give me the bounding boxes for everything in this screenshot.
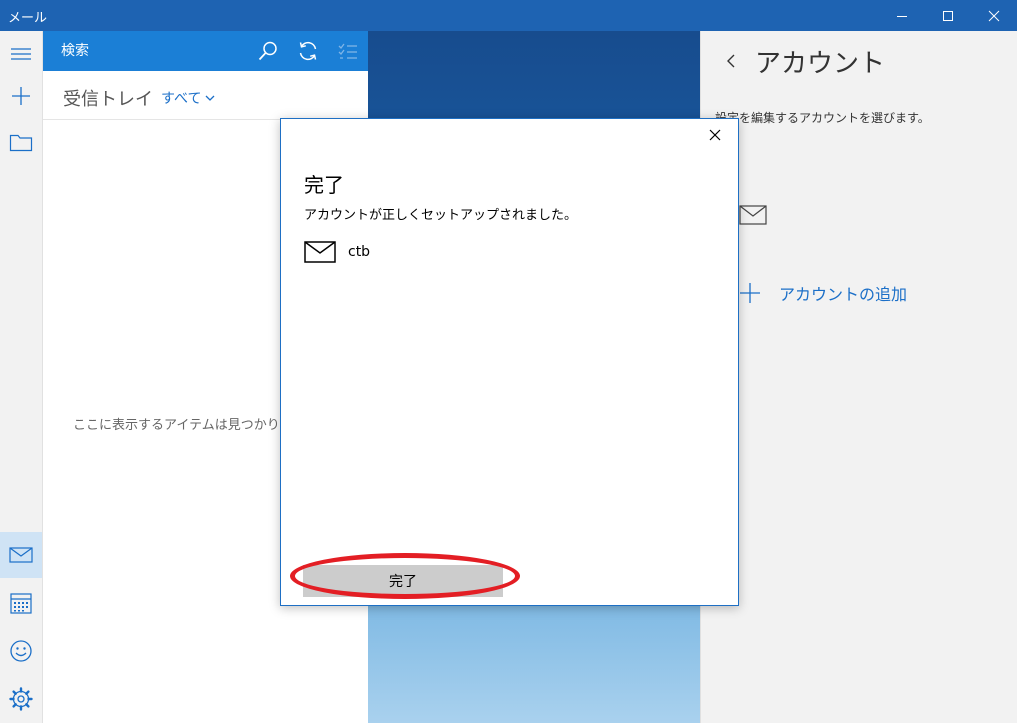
- search-icon: [258, 41, 277, 61]
- search-input[interactable]: [61, 41, 241, 61]
- back-button[interactable]: [721, 49, 741, 73]
- plus-icon: [12, 87, 30, 105]
- hamburger-menu-button[interactable]: [0, 31, 42, 77]
- mail-icon: [9, 547, 33, 563]
- search-button[interactable]: [256, 39, 280, 63]
- minimize-icon: [897, 15, 907, 17]
- window-title: メール: [8, 11, 48, 26]
- pane-description: 設定を編集するアカウントを選びます。: [715, 111, 930, 125]
- add-account-button[interactable]: アカウントの追加: [739, 281, 907, 305]
- filter-label: すべて: [161, 91, 202, 107]
- hamburger-icon: [11, 48, 31, 60]
- search-bar: [43, 31, 368, 71]
- folders-button[interactable]: [0, 119, 42, 165]
- select-mode-button[interactable]: [336, 39, 360, 63]
- dialog-message: アカウントが正しくセットアップされました。: [304, 208, 578, 223]
- mail-icon: [304, 241, 336, 263]
- title-bar: メール: [0, 0, 1017, 31]
- mail-icon: [739, 205, 767, 225]
- account-name: ctb: [348, 244, 371, 260]
- maximize-icon: [943, 10, 953, 21]
- minimize-button[interactable]: [879, 0, 925, 31]
- done-button[interactable]: 完了: [303, 565, 503, 597]
- pane-title: アカウント: [755, 49, 886, 79]
- dialog-close-button[interactable]: [705, 125, 725, 145]
- chevron-left-icon: [727, 54, 735, 68]
- sync-icon: [299, 41, 317, 61]
- feedback-button[interactable]: [0, 628, 42, 674]
- close-icon: [709, 129, 721, 141]
- filter-dropdown[interactable]: すべて: [161, 88, 215, 108]
- settings-button[interactable]: [0, 676, 42, 722]
- setup-complete-dialog: 完了 アカウントが正しくセットアップされました。 ctb 完了: [280, 118, 739, 606]
- gear-icon: [9, 687, 33, 711]
- calendar-nav-button[interactable]: [0, 580, 42, 626]
- sync-button[interactable]: [296, 39, 320, 63]
- chevron-down-icon: [206, 95, 215, 101]
- close-icon: [988, 10, 1000, 21]
- checklist-icon: [338, 43, 357, 59]
- calendar-icon: [10, 593, 32, 614]
- nav-rail: [0, 31, 43, 723]
- new-mail-button[interactable]: [0, 73, 42, 119]
- dialog-title: 完了: [304, 173, 344, 197]
- plus-icon: [740, 283, 760, 303]
- empty-list-message: ここに表示するアイテムは見つかりませ: [73, 418, 306, 433]
- account-settings-pane: アカウント 設定を編集するアカウントを選びます。 アカウントの追加: [700, 31, 1017, 723]
- configured-account: ctb: [304, 241, 370, 263]
- add-account-label: アカウントの追加: [779, 285, 908, 304]
- close-window-button[interactable]: [971, 0, 1017, 31]
- folder-title: 受信トレイ: [63, 89, 153, 110]
- folder-header: 受信トレイ すべて: [43, 71, 368, 120]
- folder-icon: [9, 134, 33, 152]
- smiley-icon: [10, 640, 32, 662]
- maximize-button[interactable]: [925, 0, 971, 31]
- mail-nav-button[interactable]: [0, 532, 42, 578]
